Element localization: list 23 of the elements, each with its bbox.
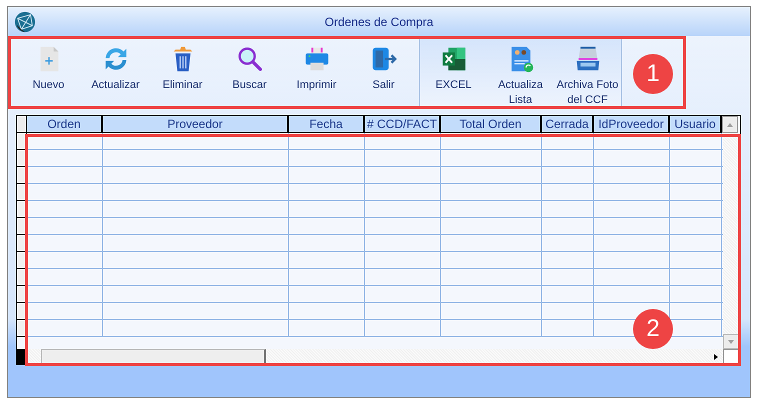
column-header[interactable]: Total Orden bbox=[441, 116, 542, 133]
globe-icon bbox=[14, 10, 36, 32]
column-header[interactable]: # CCD/FACT bbox=[365, 116, 441, 133]
toolbar-button[interactable]: Actualizar bbox=[82, 36, 149, 109]
toolbar-button[interactable]: Salir bbox=[350, 36, 417, 109]
toolbar-button[interactable]: Buscar bbox=[216, 36, 283, 109]
horizontal-scrollbar[interactable] bbox=[27, 349, 723, 364]
column-header[interactable]: IdProveedor bbox=[594, 116, 670, 133]
window-title: Ordenes de Compra bbox=[324, 14, 434, 28]
annotation-number: 1 bbox=[633, 54, 673, 94]
toolbar-button[interactable]: Imprimir bbox=[283, 36, 350, 109]
toolbar-button[interactable]: Eliminar bbox=[149, 36, 216, 109]
toolbar-button[interactable]: Nuevo bbox=[15, 36, 82, 109]
toolbar-button[interactable]: Actualiza Lista bbox=[487, 36, 554, 109]
toolbar-button[interactable]: EXCEL bbox=[420, 36, 487, 109]
toolbar-button[interactable]: Archiva Foto del CCF bbox=[554, 36, 621, 109]
column-header[interactable]: Fecha bbox=[289, 116, 365, 133]
column-header[interactable]: Cerrada bbox=[542, 116, 594, 133]
column-header[interactable]: Orden bbox=[27, 116, 103, 133]
column-header[interactable]: Proveedor bbox=[103, 116, 289, 133]
column-header[interactable]: Usuario bbox=[670, 116, 722, 133]
scrollbar-thumb[interactable] bbox=[41, 349, 266, 364]
select-all-corner[interactable] bbox=[17, 116, 27, 133]
